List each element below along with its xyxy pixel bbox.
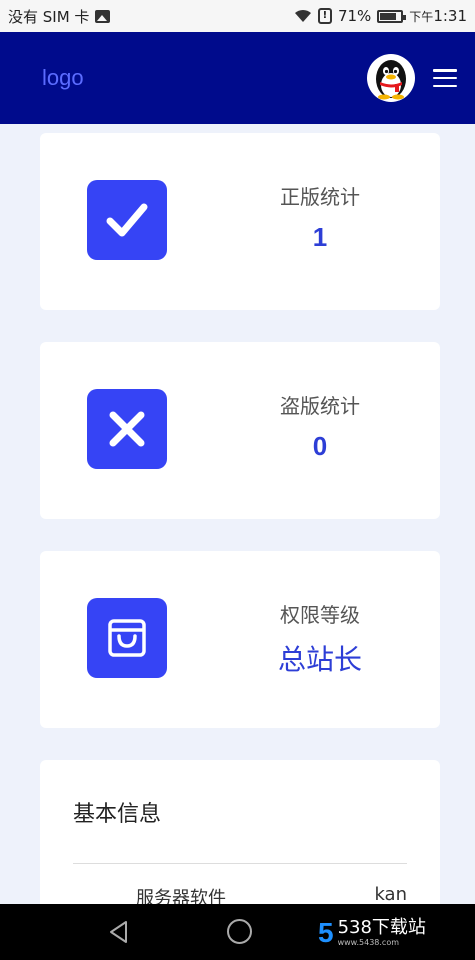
clock-time: 1:31	[433, 7, 467, 25]
stat-card-pirated: 盗版统计 0	[40, 342, 440, 519]
watermark-logo: 5	[318, 916, 334, 948]
carrier-text: 没有 SIM 卡	[8, 7, 90, 26]
app-header: logo	[0, 32, 475, 124]
home-circle-icon[interactable]	[227, 919, 252, 944]
image-notification-icon	[95, 9, 111, 23]
bag-icon-box	[87, 598, 167, 678]
basic-info-card: 基本信息 服务器软件 kan	[40, 760, 440, 904]
battery-percent: 71%	[337, 7, 372, 25]
hamburger-menu-icon[interactable]	[433, 69, 457, 87]
time-period: 下午	[409, 10, 434, 24]
system-nav-bar: 5 538下载站 www.5438.com	[0, 904, 475, 960]
close-x-icon	[109, 411, 145, 447]
stat-card-permission: 权限等级 总站长	[40, 551, 440, 728]
info-row: 服务器软件 kan	[73, 884, 407, 904]
info-value: kan	[374, 884, 407, 904]
stat-value: 0	[312, 431, 328, 461]
divider	[73, 863, 407, 864]
back-triangle-icon[interactable]	[108, 920, 130, 944]
info-key: 服务器软件	[136, 888, 226, 904]
alert-icon: !	[317, 8, 332, 24]
logo[interactable]: logo	[42, 65, 84, 91]
watermark-text: 538下载站	[337, 917, 426, 938]
status-bar: 没有 SIM 卡 ! 71% 下午1:31	[0, 0, 475, 32]
stat-card-genuine: 正版统计 1	[40, 133, 440, 310]
stat-label: 权限等级	[280, 603, 360, 627]
wifi-icon	[294, 9, 311, 22]
watermark-url: www.5438.com	[337, 938, 400, 947]
stat-label: 盗版统计	[280, 394, 360, 418]
qq-penguin-icon	[376, 60, 406, 100]
main-content[interactable]: 正版统计 1 盗版统计 0 权限等级 总站长 基本信息 服务器软件 kan	[0, 124, 475, 904]
shopping-bag-icon	[108, 619, 146, 657]
watermark: 5 538下载站 www.5438.com	[318, 916, 426, 948]
stat-value: 总站长	[277, 644, 362, 675]
avatar[interactable]	[367, 54, 415, 102]
close-icon-box	[87, 389, 167, 469]
info-title: 基本信息	[73, 802, 162, 827]
check-icon	[106, 203, 148, 237]
check-icon-box	[87, 180, 167, 260]
stat-value: 1	[312, 222, 328, 252]
battery-icon	[377, 9, 407, 23]
stat-label: 正版统计	[280, 185, 360, 209]
